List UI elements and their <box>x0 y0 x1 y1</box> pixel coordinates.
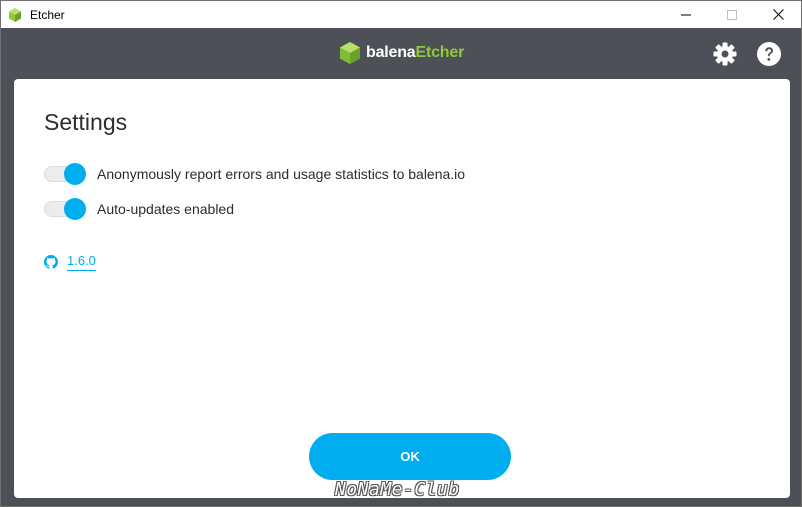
version-info: 1.6.0 <box>44 253 96 271</box>
error-reporting-label: Anonymously report errors and usage stat… <box>97 166 466 182</box>
minimize-icon <box>681 14 691 15</box>
brand-name: balenaEtcher <box>366 44 464 62</box>
settings-panel: Settings Anonymously report errors and u… <box>14 79 790 498</box>
close-icon <box>772 9 784 20</box>
maximize-icon <box>727 9 737 20</box>
window-title: Etcher <box>30 7 65 22</box>
minimize-button[interactable] <box>663 1 709 28</box>
app-window: Etcher balenaEtcher Settings Anonymously… <box>0 0 802 507</box>
brand-name-etcher: Etcher <box>415 44 465 61</box>
github-icon <box>44 255 58 269</box>
error-reporting-toggle[interactable] <box>44 163 86 185</box>
etcher-app-icon <box>7 7 23 23</box>
setting-auto-updates: Auto-updates enabled <box>44 198 234 220</box>
auto-updates-toggle[interactable] <box>44 198 86 220</box>
watermark: NoNaMe-Club <box>335 479 460 500</box>
version-link[interactable]: 1.6.0 <box>67 253 96 271</box>
settings-button[interactable] <box>712 41 738 67</box>
close-button[interactable] <box>755 1 801 28</box>
setting-error-reporting: Anonymously report errors and usage stat… <box>44 163 465 185</box>
ok-button[interactable]: OK <box>309 433 511 480</box>
page-title: Settings <box>44 109 128 135</box>
brand-name-balena: balena <box>366 44 416 61</box>
title-bar[interactable]: Etcher <box>1 1 801 28</box>
maximize-button[interactable] <box>709 1 755 28</box>
help-icon <box>757 42 781 66</box>
auto-updates-label: Auto-updates enabled <box>97 201 234 217</box>
balena-etcher-logo: balenaEtcher <box>339 41 464 65</box>
app-header: balenaEtcher <box>1 28 801 79</box>
gear-icon <box>713 42 737 66</box>
toggle-knob <box>64 198 86 220</box>
toggle-knob <box>64 163 86 185</box>
etcher-cube-icon <box>340 42 360 64</box>
help-button[interactable] <box>756 41 782 67</box>
window-controls <box>663 1 801 28</box>
